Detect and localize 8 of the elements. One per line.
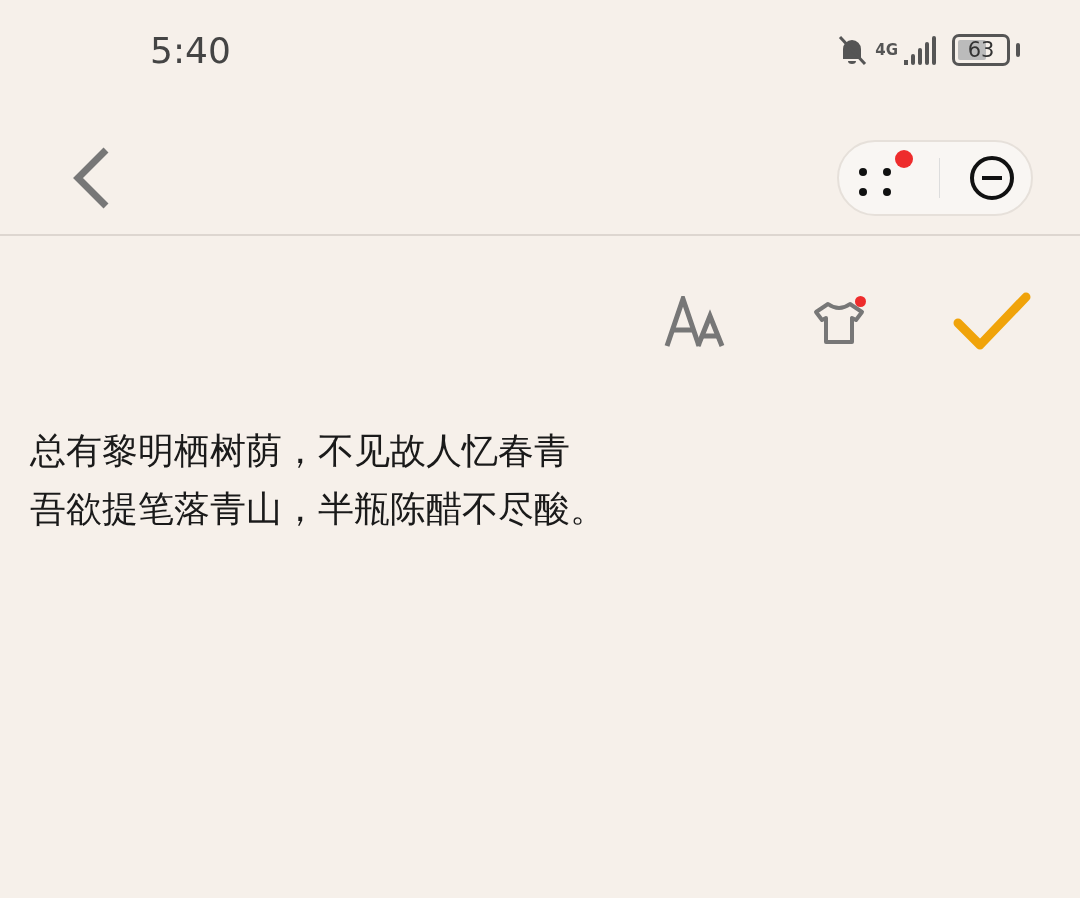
signal-icon <box>904 34 938 66</box>
status-time: 5:40 <box>150 29 231 71</box>
battery-level: 63 <box>967 38 995 62</box>
network-type: 4G <box>875 41 898 59</box>
minus-circle-icon <box>968 155 1015 201</box>
note-text: 吾欲提笔落青山，半瓶陈醋不尽酸。 <box>30 487 607 531</box>
font-size-icon[interactable] <box>664 296 726 348</box>
note-text: 总有黎明栖树荫，不见故人忆春青 <box>30 429 571 473</box>
